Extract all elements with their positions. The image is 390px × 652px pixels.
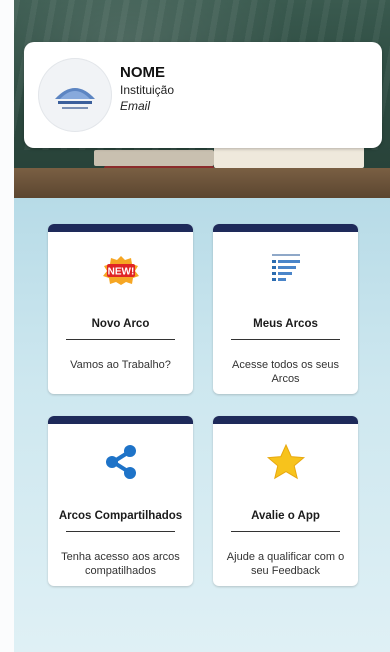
profile-institution: Instituição (120, 83, 175, 97)
tile-accent-bar (48, 224, 193, 232)
tile-title: Avalie o App (251, 510, 320, 522)
desk-decoration (14, 168, 390, 198)
tile-title: Meus Arcos (253, 318, 318, 330)
tile-description: Vamos ao Trabalho? (70, 359, 171, 371)
tile-accent-bar (213, 416, 358, 424)
profile-info: NOME Instituição Email (120, 64, 174, 114)
book-decoration (94, 150, 214, 166)
app-screen: NOME Instituição Email NEW! Novo Arco Va… (0, 0, 390, 652)
divider (66, 531, 175, 532)
list-icon (213, 250, 358, 290)
divider (231, 531, 340, 532)
tile-avalie-o-app[interactable]: Avalie o App Ajude a qualificar com o se… (213, 416, 358, 586)
divider (66, 339, 175, 340)
header-banner: NOME Instituição Email (14, 0, 390, 198)
share-icon (48, 442, 193, 482)
new-badge-icon: NEW! (48, 250, 193, 290)
profile-name: NOME (120, 64, 165, 81)
star-icon (213, 442, 358, 482)
tile-title: Novo Arco (91, 318, 150, 330)
svg-text:NEW!: NEW! (107, 267, 134, 278)
profile-email: Email (120, 99, 151, 113)
tile-title: Arcos Compartilhados (58, 510, 183, 522)
divider (231, 339, 340, 340)
menu-area: NEW! Novo Arco Vamos ao Trabalho? Meus A… (14, 198, 390, 652)
window-edge (0, 0, 14, 652)
app-content: NOME Instituição Email NEW! Novo Arco Va… (14, 0, 390, 652)
tile-meus-arcos[interactable]: Meus Arcos Acesse todos os seus Arcos (213, 224, 358, 394)
institution-logo (38, 58, 112, 132)
profile-card[interactable]: NOME Instituição Email (24, 42, 382, 148)
tile-accent-bar (213, 224, 358, 232)
tile-novo-arco[interactable]: NEW! Novo Arco Vamos ao Trabalho? (48, 224, 193, 394)
tile-description: Tenha acesso aos arcos compatilhados (61, 551, 180, 577)
tile-accent-bar (48, 416, 193, 424)
tile-description: Ajude a qualificar com o seu Feedback (226, 551, 345, 577)
tile-arcos-compartilhados[interactable]: Arcos Compartilhados Tenha acesso aos ar… (48, 416, 193, 586)
tile-description: Acesse todos os seus Arcos (231, 359, 339, 385)
logo-image (55, 88, 95, 109)
